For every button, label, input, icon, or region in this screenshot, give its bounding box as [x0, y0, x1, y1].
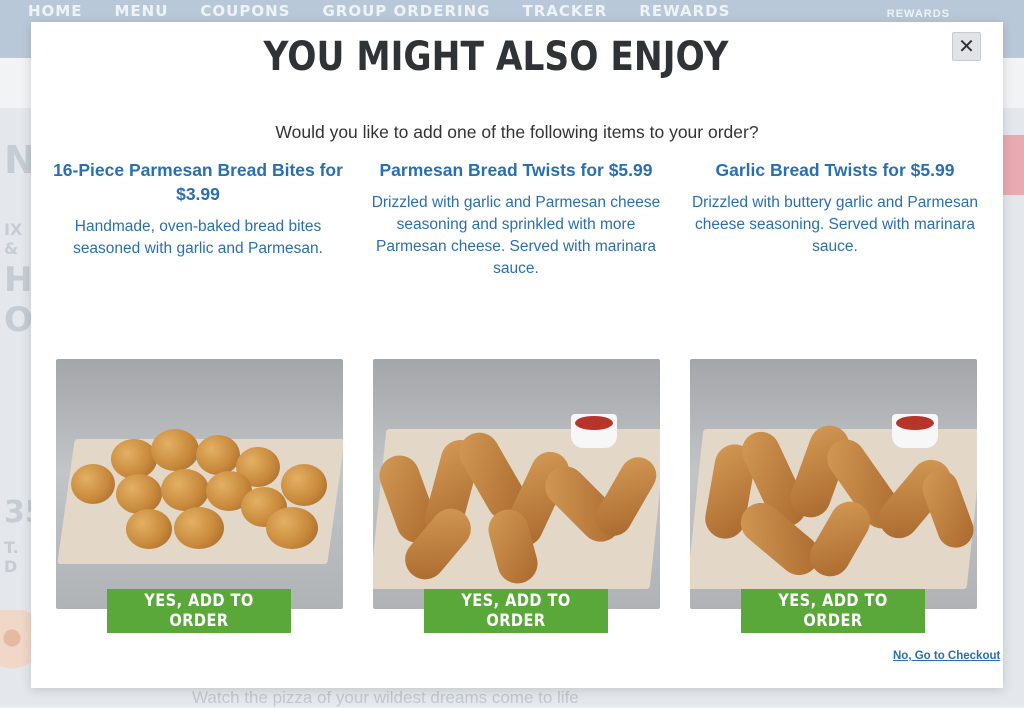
nav-item-tracker: TRACKER	[522, 2, 608, 20]
upsell-item-bread-bites: 16-Piece Parmesan Bread Bites for $3.99 …	[53, 158, 343, 260]
close-button[interactable]: ✕	[952, 32, 981, 61]
upsell-item-parmesan-twists: Parmesan Bread Twists for $5.99 Drizzled…	[371, 158, 661, 280]
bread-bite	[196, 435, 240, 475]
nav-item-home: HOME	[28, 2, 83, 20]
item-title: Parmesan Bread Twists for $5.99	[379, 160, 653, 180]
item-description: Drizzled with buttery garlic and Parmesa…	[691, 194, 978, 255]
close-icon: ✕	[958, 36, 975, 58]
background-side-text: N IX & HO O 35 T. D	[0, 120, 61, 680]
upsell-modal: ✕ YOU MIGHT ALSO ENJOY Would you like to…	[31, 22, 1003, 688]
item-title: 16-Piece Parmesan Bread Bites for $3.99	[53, 160, 343, 204]
bread-bite	[111, 439, 157, 479]
nav-item-coupons: COUPONS	[200, 2, 291, 20]
side-fragment: O	[4, 300, 33, 340]
go-to-checkout-link[interactable]: No, Go to Checkout	[893, 650, 1000, 662]
bread-bite	[151, 429, 199, 471]
side-fragment: IX &	[4, 220, 23, 258]
garlic-twists-image	[690, 359, 977, 609]
nav-rewards-right: REWARDS	[886, 8, 950, 20]
marinara-cup	[892, 414, 938, 448]
bread-bite	[281, 464, 327, 506]
bread-bite	[266, 507, 318, 549]
parmesan-twists-image	[373, 359, 660, 609]
modal-title: YOU MIGHT ALSO ENJOY	[263, 34, 729, 80]
background-red-banner	[1002, 135, 1024, 195]
item-title: Garlic Bread Twists for $5.99	[715, 160, 955, 180]
bread-bite	[126, 509, 172, 549]
upsell-item-garlic-twists: Garlic Bread Twists for $5.99 Drizzled w…	[690, 158, 980, 258]
item-description: Handmade, oven-baked bread bites seasone…	[73, 218, 323, 257]
marinara-cup	[571, 414, 617, 448]
bread-bite	[116, 474, 162, 514]
bread-bite	[174, 507, 224, 549]
background-nav-items: HOME MENU COUPONS GROUP ORDERING TRACKER…	[28, 0, 730, 22]
item-description: Drizzled with garlic and Parmesan cheese…	[371, 194, 661, 277]
bread-bite	[161, 469, 209, 511]
bread-bites-image	[56, 359, 343, 609]
bread-bite	[71, 464, 115, 504]
add-garlic-twists-button[interactable]: YES, ADD TO ORDER	[741, 589, 925, 633]
nav-item-group-ordering: GROUP ORDERING	[322, 2, 491, 20]
add-bread-bites-button[interactable]: YES, ADD TO ORDER	[107, 589, 291, 633]
nav-item-menu: MENU	[114, 2, 169, 20]
side-fragment: T. D	[4, 538, 19, 576]
add-parmesan-twists-button[interactable]: YES, ADD TO ORDER	[424, 589, 608, 633]
background-footer-text: Watch the pizza of your wildest dreams c…	[192, 688, 579, 707]
modal-subtitle: Would you like to add one of the followi…	[275, 122, 759, 142]
nav-item-rewards: REWARDS	[639, 2, 731, 20]
